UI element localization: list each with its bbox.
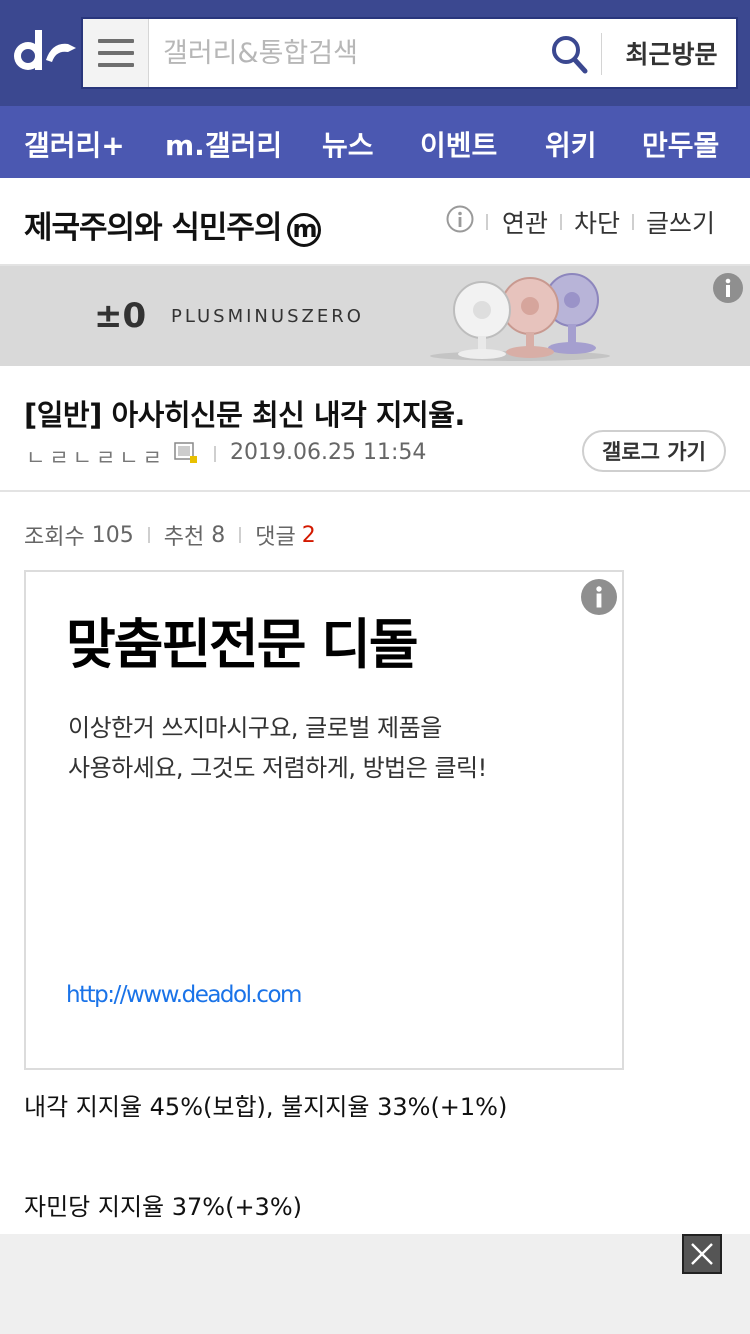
related-link[interactable]: 연관 [502, 204, 548, 240]
dc-logo-icon[interactable] [10, 26, 78, 78]
divider [632, 214, 635, 230]
banner-brand: PLUSMINUSZERO [171, 306, 364, 327]
divider [486, 214, 488, 230]
nav-item-mandumall[interactable]: 만두몰 [642, 124, 719, 164]
minor-gallery-badge: m [287, 213, 322, 247]
nav-item-wiki[interactable]: 위키 [545, 124, 597, 164]
nav-item-event[interactable]: 이벤트 [420, 124, 497, 164]
views-label: 조회수 [24, 525, 85, 550]
info-icon[interactable] [446, 205, 474, 233]
block-link[interactable]: 차단 [574, 204, 620, 240]
ad-description-line: 사용하세요, 그것도 저렴하게, 방법은 클릭! [68, 754, 487, 782]
ad-description-line: 이상한거 쓰지마시구요, 글로벌 제품을 [68, 714, 442, 742]
comments-label[interactable]: 댓글 [255, 519, 295, 551]
main-nav: 갤러리+ m.갤러리 뉴스 이벤트 위키 만두몰 [0, 106, 750, 178]
post-writer[interactable]: ㄴㄹㄴㄹㄴㄹ [26, 442, 166, 472]
hamburger-menu-icon [97, 39, 134, 43]
gallery-title-bar: 제국주의와 식민주의 m 연관 차단 글쓰기 [0, 178, 750, 266]
gallery-links: 연관 차단 글쓰기 [486, 204, 715, 240]
divider [560, 214, 563, 230]
nav-item-m-gallery[interactable]: m.갤러리 [165, 124, 282, 164]
divider [214, 446, 216, 462]
ad-url-link[interactable]: http://www.deadol.com [66, 982, 302, 1008]
menu-button[interactable] [83, 19, 149, 87]
ad-info-icon[interactable] [580, 578, 618, 616]
ad-info-icon[interactable] [712, 272, 744, 304]
write-link[interactable]: 글쓰기 [646, 204, 715, 240]
post-date: 2019.06.25 11:54 [230, 440, 427, 465]
bottom-ad-area[interactable] [0, 1234, 750, 1334]
nav-item-news[interactable]: 뉴스 [322, 124, 374, 164]
gallog-button[interactable]: 갤로그 가기 [582, 430, 726, 472]
comments-count[interactable]: 2 [302, 523, 316, 548]
recommend-label: 추천 [163, 525, 205, 550]
divider [239, 527, 242, 543]
search-box: 최근방문 [81, 17, 738, 89]
search-icon[interactable] [549, 33, 589, 75]
ad-headline: 맞춤핀전문 디돌 [66, 613, 419, 676]
fixed-nick-icon [174, 442, 197, 463]
gallery-title[interactable]: 제국주의와 식민주의 m [24, 202, 322, 247]
views-count: 105 [91, 522, 134, 548]
recent-visits-button[interactable]: 최근방문 [607, 19, 736, 87]
search-input[interactable] [163, 33, 543, 73]
divider [601, 33, 602, 75]
recommend-count: 8 [211, 522, 226, 548]
banner-mark: ±0 [94, 296, 147, 336]
gallery-title-text: 제국주의와 식민주의 [24, 210, 282, 246]
post-title: [일반] 아사히신문 최신 내각 지지율. [24, 398, 465, 432]
post-header: [일반] 아사히신문 최신 내각 지지율. ㄴㄹㄴㄹㄴㄹ 2019.06.25 … [0, 366, 750, 492]
ad-description: 이상한거 쓰지마시구요, 글로벌 제품을 사용하세요, 그것도 저렴하게, 방법… [68, 708, 487, 788]
top-header: 최근방문 [0, 0, 750, 106]
content-ad[interactable]: 맞춤핀전문 디돌 이상한거 쓰지마시구요, 글로벌 제품을 사용하세요, 그것도… [24, 570, 624, 1070]
close-ad-button[interactable] [682, 1234, 722, 1274]
post-body-line: 내각 지지율 45%(보합), 불지지율 33%(+1%) [24, 1093, 508, 1121]
post-body-line: 자민당 지지율 37%(+3%) [24, 1193, 302, 1221]
close-icon [691, 1243, 713, 1265]
fan-image [430, 273, 610, 361]
banner-ad[interactable]: ±0 PLUSMINUSZERO [0, 266, 750, 366]
nav-item-gallery-plus[interactable]: 갤러리+ [24, 124, 125, 164]
post-stats: 조회수 105 추천 8 댓글 2 [24, 519, 316, 551]
divider [147, 527, 150, 543]
